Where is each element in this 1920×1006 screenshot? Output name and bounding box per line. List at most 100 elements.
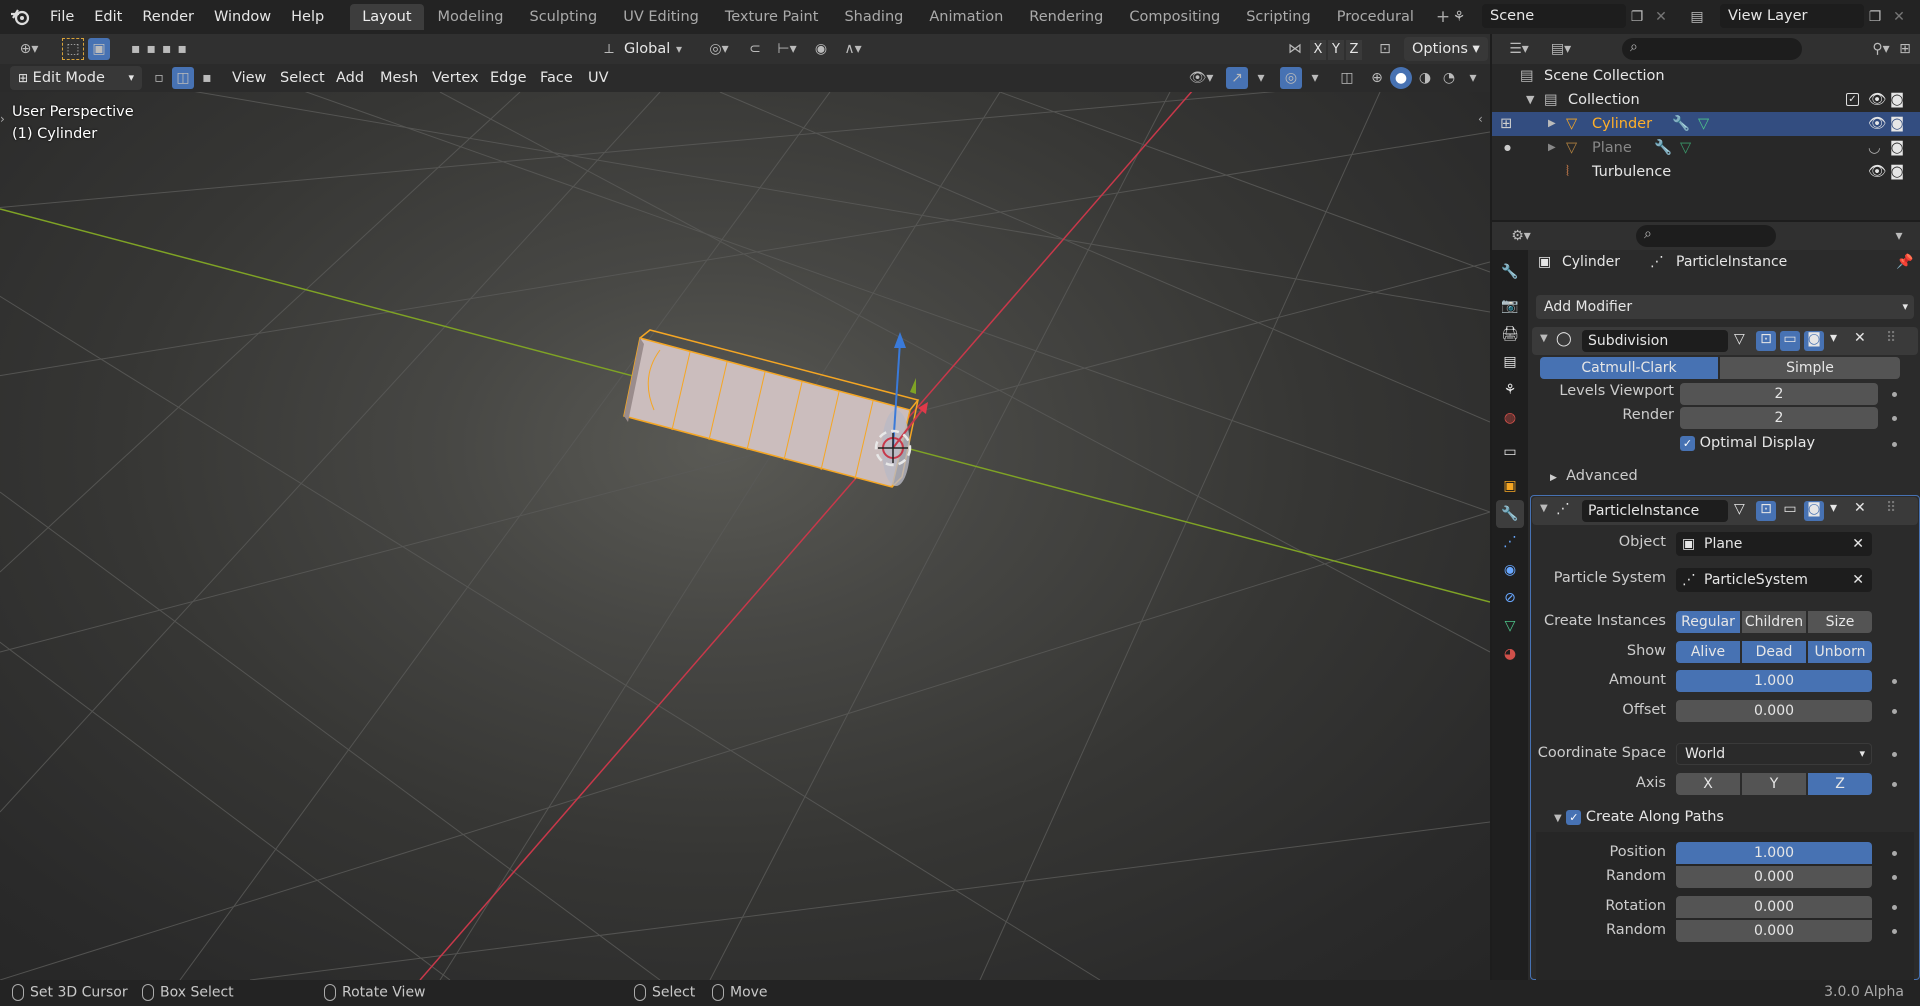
collapse-icon[interactable]: ▼ bbox=[1540, 333, 1548, 344]
new-scene-icon[interactable]: ❐ bbox=[1626, 6, 1648, 28]
sidebar-toggle-icon[interactable]: ‹ bbox=[1478, 112, 1483, 126]
alive-toggle[interactable]: Alive bbox=[1676, 641, 1740, 663]
physics-tab-icon[interactable]: ◉ bbox=[1496, 556, 1524, 584]
collapse-icon[interactable]: ▼ bbox=[1540, 503, 1548, 514]
select-modes-icon[interactable]: ▪▪▪▪ bbox=[112, 38, 212, 60]
render-tab-icon[interactable]: 📷 bbox=[1496, 292, 1524, 320]
close-icon[interactable]: ✕ bbox=[1854, 330, 1866, 346]
expand-icon[interactable]: ▶ bbox=[1548, 136, 1556, 160]
eye-icon[interactable]: 👁 bbox=[1868, 112, 1886, 136]
view-layer-tab-icon[interactable]: ▤ bbox=[1496, 348, 1524, 376]
amount-field[interactable]: 1.000 bbox=[1676, 670, 1872, 692]
keyframe-dot-icon[interactable] bbox=[1892, 752, 1897, 757]
keyframe-dot-icon[interactable] bbox=[1892, 416, 1897, 421]
axis-z-toggle[interactable]: Z bbox=[1808, 773, 1872, 795]
camera-icon[interactable]: ◙ bbox=[1890, 160, 1904, 184]
transform-orientation-icon[interactable]: ⟂ bbox=[598, 38, 620, 60]
add-modifier-dropdown[interactable]: Add Modifier ▾ bbox=[1536, 295, 1914, 319]
view-layer-icon[interactable]: ▤ bbox=[1686, 6, 1708, 28]
camera-icon[interactable]: ◙ bbox=[1890, 112, 1904, 136]
rotation-field[interactable]: 0.000 bbox=[1676, 896, 1872, 918]
pivot-point-icon[interactable]: ◎▾ bbox=[702, 38, 736, 60]
snap-target-icon[interactable]: ⊢▾ bbox=[770, 38, 804, 60]
render-icon[interactable]: ◙ bbox=[1804, 331, 1824, 351]
realtime-icon[interactable]: ▭ bbox=[1780, 501, 1800, 521]
visibility-icon[interactable]: 👁▾ bbox=[1184, 67, 1218, 89]
render-levels-field[interactable]: 2 bbox=[1680, 407, 1878, 429]
outliner-row-scene-collection[interactable]: ▤ Scene Collection bbox=[1492, 64, 1920, 88]
vertex-select-icon[interactable]: ▫ bbox=[148, 67, 170, 89]
menu-help[interactable]: Help bbox=[281, 2, 334, 32]
tab-compositing[interactable]: Compositing bbox=[1117, 4, 1232, 30]
menu-vertex[interactable]: Vertex bbox=[432, 66, 479, 90]
regular-toggle[interactable]: Regular bbox=[1676, 611, 1740, 633]
menu-edge[interactable]: Edge bbox=[490, 66, 527, 90]
outliner-row-turbulence[interactable]: ⦚ Turbulence 👁 ◙ bbox=[1492, 160, 1920, 184]
tab-uv-editing[interactable]: UV Editing bbox=[611, 4, 711, 30]
menu-view[interactable]: View bbox=[232, 66, 266, 90]
delete-view-layer-icon[interactable]: ✕ bbox=[1888, 6, 1910, 28]
axis-y-toggle[interactable]: Y bbox=[1742, 773, 1806, 795]
render-icon[interactable]: ◙ bbox=[1804, 501, 1824, 521]
collection-tab-icon[interactable]: ▭ bbox=[1496, 438, 1524, 466]
clear-icon[interactable]: ✕ bbox=[1852, 532, 1864, 556]
keyframe-dot-icon[interactable] bbox=[1892, 392, 1897, 397]
menu-window[interactable]: Window bbox=[204, 2, 281, 32]
particle-system-field[interactable]: ⋰ ParticleSystem ✕ bbox=[1676, 568, 1872, 592]
position-random-field[interactable]: 0.000 bbox=[1676, 866, 1872, 888]
particles-tab-icon[interactable]: ⋰ bbox=[1496, 528, 1524, 556]
keyframe-dot-icon[interactable] bbox=[1892, 905, 1897, 910]
modifier-tab-icon[interactable]: 🔧 bbox=[1496, 500, 1524, 528]
scene-tab-icon[interactable]: ⚘ bbox=[1496, 376, 1524, 404]
outliner-row-plane[interactable]: ● ▶ ▽ Plane 🔧 ▽ ◡ ◙ bbox=[1492, 136, 1920, 160]
outliner-row-cylinder[interactable]: ⊞ ▶ ▽ Cylinder 🔧 ▽ 👁 ◙ bbox=[1492, 112, 1920, 136]
menu-edit[interactable]: Edit bbox=[84, 2, 132, 32]
keyframe-dot-icon[interactable] bbox=[1892, 875, 1897, 880]
world-tab-icon[interactable]: ◍ bbox=[1496, 404, 1524, 432]
scene-icon[interactable]: ⚘ bbox=[1448, 6, 1470, 28]
particle-instance-header[interactable]: ▼ ⋰ ParticleInstance ▽ ⊡ ▭ ◙ ▾ ✕ ⠿ bbox=[1532, 497, 1918, 525]
new-collection-icon[interactable]: ⊞ bbox=[1894, 38, 1916, 60]
menu-render[interactable]: Render bbox=[132, 2, 204, 32]
snap-icon[interactable]: ⊂ bbox=[744, 38, 766, 60]
keyframe-dot-icon[interactable] bbox=[1892, 929, 1897, 934]
editmode-cage-icon[interactable]: ▽ bbox=[1734, 501, 1745, 517]
outliner-search-input[interactable]: ⌕ bbox=[1622, 38, 1802, 60]
editmode-cage-icon[interactable]: ▽ bbox=[1734, 331, 1745, 347]
view-layer-field[interactable]: View Layer bbox=[1720, 4, 1864, 28]
solid-shading-icon[interactable]: ● bbox=[1390, 67, 1412, 89]
keyframe-dot-icon[interactable] bbox=[1892, 709, 1897, 714]
simple-button[interactable]: Simple bbox=[1720, 357, 1900, 379]
chevron-down-icon[interactable]: ▾ bbox=[1830, 500, 1837, 516]
menu-uv[interactable]: UV bbox=[588, 66, 609, 90]
proportional-edit-icon[interactable]: ◉ bbox=[810, 38, 832, 60]
keyframe-dot-icon[interactable] bbox=[1892, 442, 1897, 447]
pin-icon[interactable]: 📌 bbox=[1896, 254, 1913, 270]
tab-animation[interactable]: Animation bbox=[917, 4, 1015, 30]
rendered-shading-icon[interactable]: ◔ bbox=[1438, 67, 1460, 89]
output-tab-icon[interactable]: 🖨 bbox=[1496, 320, 1524, 348]
select-box-icon[interactable]: ▣ bbox=[88, 38, 110, 60]
rotation-random-field[interactable]: 0.000 bbox=[1676, 920, 1872, 942]
tool-tab-icon[interactable]: 🔧 bbox=[1496, 258, 1524, 286]
tab-scripting[interactable]: Scripting bbox=[1234, 4, 1322, 30]
menu-mesh[interactable]: Mesh bbox=[380, 66, 418, 90]
chevron-down-icon[interactable]: ▾ bbox=[1462, 67, 1484, 89]
chevron-down-icon[interactable]: ▾ bbox=[1830, 330, 1837, 346]
cylinder-mesh[interactable] bbox=[623, 329, 920, 488]
properties-editor-icon[interactable]: ⚙▾ bbox=[1504, 225, 1538, 247]
axis-x-toggle[interactable]: X bbox=[1676, 773, 1740, 795]
tab-sculpting[interactable]: Sculpting bbox=[517, 4, 609, 30]
levels-viewport-field[interactable]: 2 bbox=[1680, 383, 1878, 405]
keyframe-dot-icon[interactable] bbox=[1892, 851, 1897, 856]
display-mode-icon[interactable]: ▤▾ bbox=[1544, 38, 1578, 60]
dead-toggle[interactable]: Dead bbox=[1742, 641, 1806, 663]
drag-handle-icon[interactable]: ⠿ bbox=[1886, 500, 1896, 516]
filter-icon[interactable]: ⚲▾ bbox=[1866, 38, 1896, 60]
chevron-down-icon[interactable]: ▾ bbox=[1250, 67, 1272, 89]
mirror-z-toggle[interactable]: Z bbox=[1346, 40, 1362, 60]
outliner-editor-icon[interactable]: ☰▾ bbox=[1502, 38, 1536, 60]
material-tab-icon[interactable]: ◕ bbox=[1496, 640, 1524, 668]
menu-file[interactable]: File bbox=[40, 2, 84, 32]
auto-merge-icon[interactable]: ⊡ bbox=[1374, 38, 1396, 60]
